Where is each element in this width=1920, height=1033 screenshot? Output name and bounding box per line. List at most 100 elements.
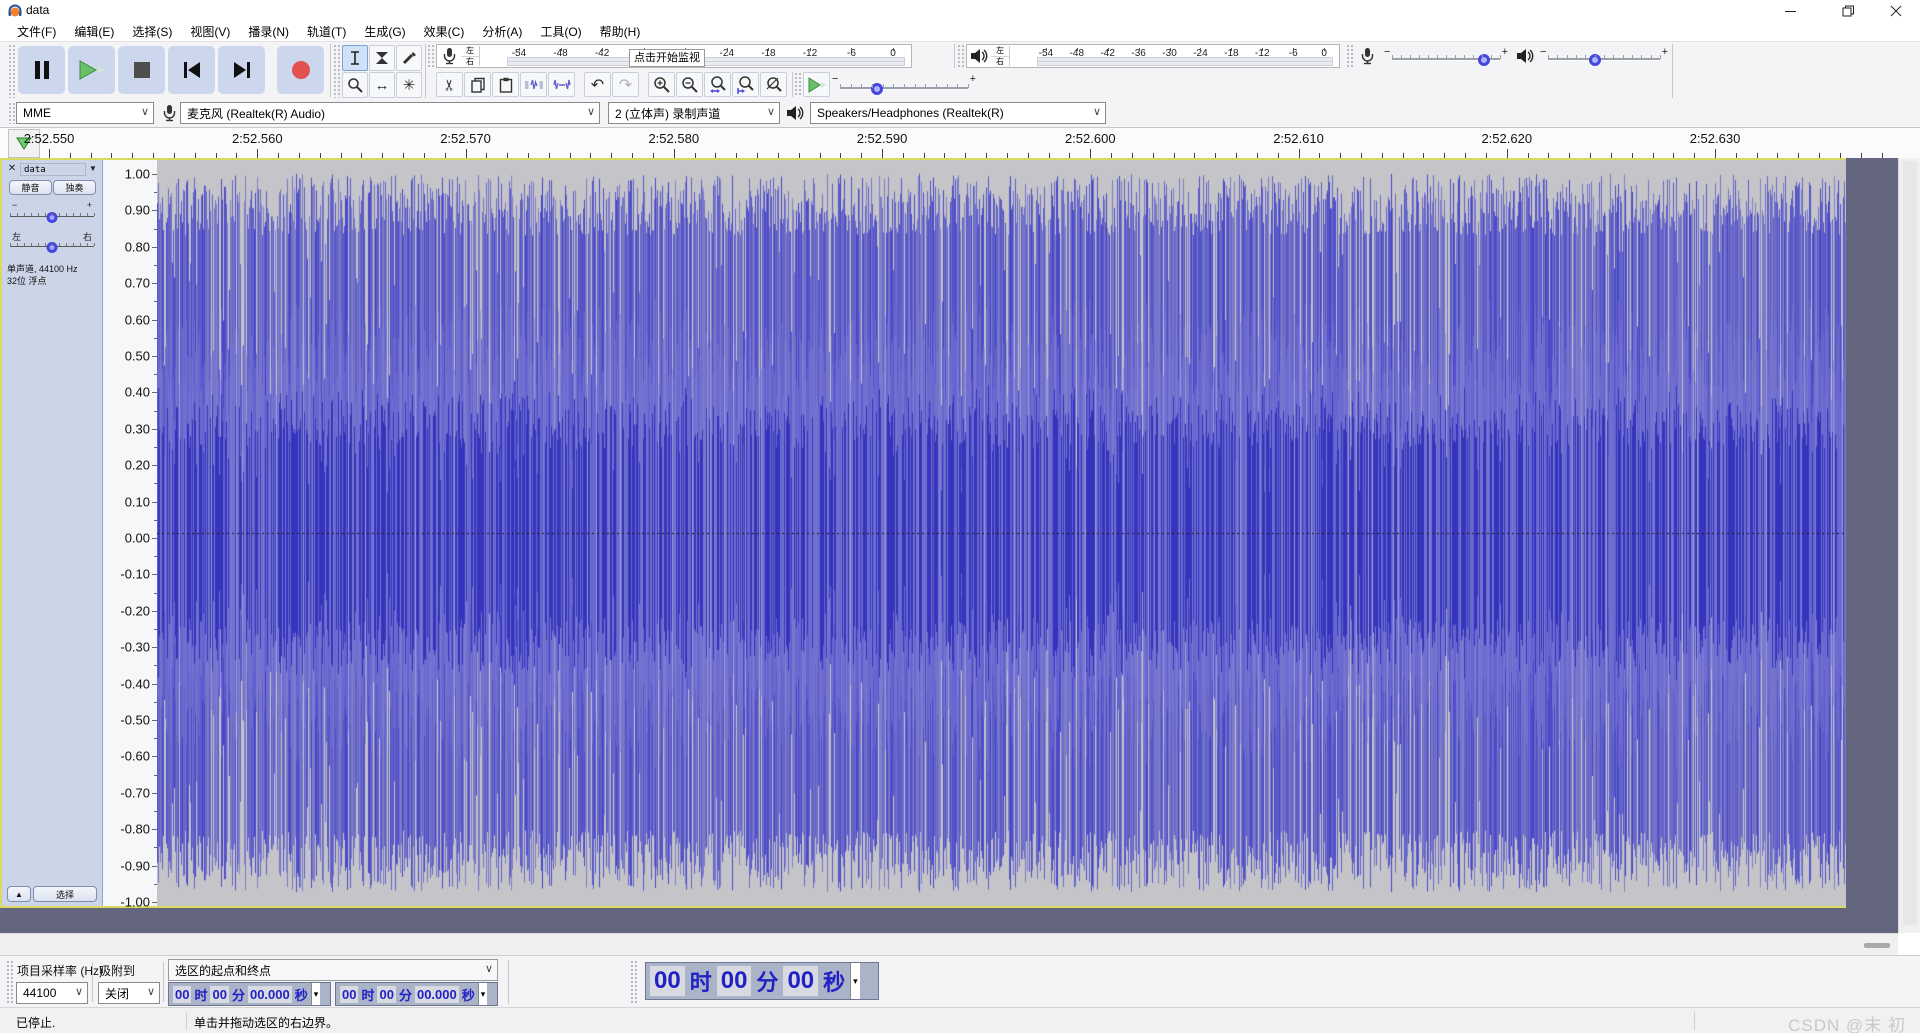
skip-to-start-button[interactable] <box>168 46 215 94</box>
close-button[interactable] <box>1873 0 1919 22</box>
menu-item[interactable]: 效果(C) <box>415 22 474 41</box>
time-toolbar-grip[interactable] <box>630 960 637 1004</box>
track-info: 单声道, 44100 Hz 32位 浮点 <box>7 263 78 287</box>
record-meter-grip[interactable] <box>427 44 434 68</box>
track-select-button[interactable]: 选择 <box>33 886 97 902</box>
silence-audio-button[interactable] <box>548 72 575 97</box>
zoom-out-button[interactable] <box>676 72 703 97</box>
audio-position-time[interactable]: 00时00分00秒▾ <box>645 962 879 1000</box>
selection-start-time[interactable]: 00时00分00.000秒▾ <box>168 982 331 1006</box>
audio-host-combo[interactable]: MME∨ <box>16 102 154 124</box>
play-button[interactable] <box>68 46 115 94</box>
track-collapse-button[interactable]: ▲ <box>7 886 31 902</box>
status-divider <box>186 1012 187 1030</box>
play-at-speed-grip[interactable] <box>794 72 801 97</box>
restore-button[interactable] <box>1825 0 1871 22</box>
cut-button[interactable]: ✂ <box>436 72 463 97</box>
envelope-tool-button[interactable] <box>369 45 395 71</box>
gain-slider[interactable]: − + <box>10 204 94 220</box>
slider-tick <box>1567 55 1568 59</box>
recording-volume-thumb[interactable] <box>1478 54 1490 66</box>
time-digit-cell[interactable]: 00 <box>650 966 685 996</box>
zoom-selection-button[interactable] <box>704 72 731 97</box>
menu-item[interactable]: 分析(A) <box>473 22 531 41</box>
vertical-scrollbar[interactable] <box>1898 158 1920 933</box>
menu-item[interactable]: 文件(F) <box>8 22 65 41</box>
track-close-button[interactable]: ✕ <box>6 163 18 175</box>
time-format-dropdown-icon[interactable]: ▾ <box>311 983 321 1005</box>
transport-toolbar-grip[interactable] <box>8 44 15 98</box>
playback-volume-slider[interactable]: − + <box>1548 49 1660 65</box>
play-at-speed-button[interactable] <box>803 72 830 97</box>
vertical-ruler[interactable]: 1.000.900.800.700.600.500.400.300.200.10… <box>103 160 158 906</box>
trim-audio-button[interactable] <box>520 72 547 97</box>
time-digit-cell[interactable]: 00 <box>377 986 395 1003</box>
menu-item[interactable]: 编辑(E) <box>65 22 123 41</box>
playback-speed-slider[interactable]: − + <box>840 76 968 94</box>
solo-button[interactable]: 独奏 <box>53 180 96 195</box>
time-digit-cell[interactable]: 00 <box>717 966 752 996</box>
playback-meter-grip[interactable] <box>957 44 964 68</box>
undo-button[interactable]: ↶ <box>584 72 611 97</box>
project-rate-combo[interactable]: 44100∨ <box>16 982 88 1004</box>
menu-item[interactable]: 轨道(T) <box>298 22 355 41</box>
vertical-scrollbar-thumb[interactable] <box>1903 161 1917 925</box>
minimize-button[interactable] <box>1767 0 1813 22</box>
track-name[interactable]: data <box>20 163 86 176</box>
meter-scale-tick <box>893 48 894 51</box>
pan-slider[interactable]: 左 右 <box>10 234 94 250</box>
mixer-toolbar-grip[interactable] <box>1346 44 1353 68</box>
time-digit-cell[interactable]: 00 <box>173 986 191 1003</box>
menu-item[interactable]: 播录(N) <box>239 22 298 41</box>
playback-meter[interactable]: 左右 -54-48-42-36-30-24-18-12-60 <box>966 44 1340 68</box>
device-toolbar-grip[interactable] <box>8 102 15 124</box>
horizontal-scrollbar-thumb[interactable] <box>1864 943 1890 948</box>
timeshift-tool-button[interactable]: ↔ <box>369 72 395 98</box>
zoom-toggle-button[interactable] <box>760 72 787 97</box>
menu-item[interactable]: 视图(V) <box>181 22 239 41</box>
recording-device-combo[interactable]: 麦克风 (Realtek(R) Audio)∨ <box>180 102 600 124</box>
time-digit-cell[interactable]: 00 <box>340 986 358 1003</box>
record-meter[interactable]: 左右 -54-48-42-36-30-24-18-12-60 点击开始监视 <box>436 44 912 68</box>
vertical-ruler-label: 0.00 <box>125 531 150 546</box>
track-menu-dropdown-icon[interactable]: ▼ <box>89 164 97 173</box>
skip-to-end-button[interactable] <box>218 46 265 94</box>
selection-toolbar-grip[interactable] <box>6 960 13 1004</box>
time-digit-cell[interactable]: 00 <box>210 986 228 1003</box>
pause-button[interactable] <box>18 46 65 94</box>
zoom-tool-button[interactable] <box>342 72 368 98</box>
menu-item[interactable]: 生成(G) <box>355 22 414 41</box>
record-button[interactable] <box>277 46 324 94</box>
menu-item[interactable]: 帮助(H) <box>591 22 650 41</box>
waveform[interactable] <box>157 160 1846 906</box>
timeline-ruler[interactable]: 2:52.5502:52.5602:52.5702:52.5802:52.590… <box>0 128 1920 159</box>
copy-button[interactable] <box>464 72 491 97</box>
redo-button[interactable]: ↷ <box>612 72 639 97</box>
time-digit-cell[interactable]: 00.000 <box>415 986 459 1003</box>
stop-button[interactable] <box>118 46 165 94</box>
zoom-fit-project-button[interactable] <box>732 72 759 97</box>
recording-volume-slider[interactable]: − + <box>1392 49 1500 65</box>
snap-to-combo[interactable]: 关闭∨ <box>98 982 160 1004</box>
paste-button[interactable] <box>492 72 519 97</box>
draw-tool-button[interactable] <box>396 45 422 71</box>
slider-tick <box>904 84 905 88</box>
selection-tool-button[interactable] <box>342 45 368 71</box>
menu-item[interactable]: 选择(S) <box>123 22 181 41</box>
multi-tool-button[interactable]: ✳ <box>396 72 422 98</box>
time-digit-cell[interactable]: 00 <box>783 966 818 996</box>
menu-item[interactable]: 工具(O) <box>531 22 590 41</box>
slider-tick <box>45 213 46 216</box>
time-format-dropdown-icon[interactable]: ▾ <box>478 983 488 1005</box>
selection-range-combo[interactable]: 选区的起点和终点∨ <box>168 959 498 981</box>
selection-end-time[interactable]: 00时00分00.000秒▾ <box>335 982 498 1006</box>
slider-tick <box>947 84 948 88</box>
tools-toolbar-grip[interactable] <box>333 44 340 98</box>
horizontal-scrollbar[interactable] <box>0 933 1898 956</box>
zoom-in-button[interactable] <box>648 72 675 97</box>
time-format-dropdown-icon[interactable]: ▾ <box>850 963 860 999</box>
recording-channels-combo[interactable]: 2 (立体声) 录制声道∨ <box>608 102 780 124</box>
mute-button[interactable]: 静音 <box>9 180 52 195</box>
playback-device-combo[interactable]: Speakers/Headphones (Realtek(R)∨ <box>810 102 1106 124</box>
time-digit-cell[interactable]: 00.000 <box>248 986 292 1003</box>
